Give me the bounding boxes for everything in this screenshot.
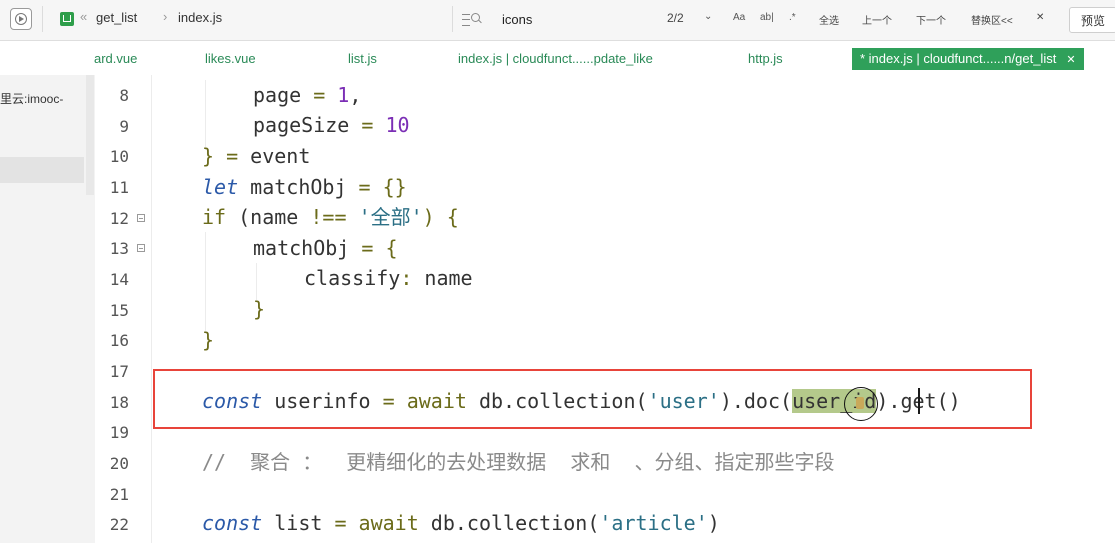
tab-index-update-like[interactable]: index.js | cloudfunct......pdate_like: [458, 51, 653, 66]
line-number: 19: [109, 423, 129, 442]
select-all-button[interactable]: 全选: [819, 12, 839, 27]
gutter-divider: [151, 75, 152, 543]
annotation-highlight-box: [153, 369, 1032, 429]
code-line-15[interactable]: }: [253, 294, 265, 324]
match-word-toggle[interactable]: ab|: [760, 12, 774, 23]
folder-icon: [60, 12, 74, 26]
find-history-chevron-icon[interactable]: ⌄: [704, 11, 712, 22]
code-line-20[interactable]: // 聚合 ： 更精细化的去处理数据 求和 、分组、指定那些字段: [202, 447, 834, 477]
sidebar-scrollbar[interactable]: [86, 75, 94, 195]
indent-guide: [205, 232, 206, 332]
line-number: 8: [119, 86, 129, 105]
line-number: 16: [109, 331, 129, 350]
line-number: 17: [109, 362, 129, 381]
line-number: 11: [109, 178, 129, 197]
code-line-12[interactable]: if (name !== '全部') {: [202, 202, 459, 232]
editor-toolbar: « get_list › index.js 2/2 ⌄ Aa ab| .* 全选…: [0, 0, 1115, 41]
close-find-icon[interactable]: ✕: [1036, 12, 1044, 23]
code-line-13[interactable]: matchObj = {: [253, 233, 398, 263]
line-number: 22: [109, 515, 129, 534]
tab-index-get-list[interactable]: * index.js | cloudfunct......n/get_list ✕: [852, 48, 1084, 70]
tab-dashboard-vue[interactable]: ard.vue: [94, 51, 137, 66]
run-button[interactable]: [10, 8, 32, 30]
mouse-cursor-indicator: [844, 387, 878, 421]
code-line-11[interactable]: let matchObj = {}: [202, 172, 407, 202]
line-number: 12: [109, 209, 129, 228]
toolbar-divider: [452, 6, 453, 32]
tab-label: * index.js | cloudfunct......n/get_list: [860, 51, 1057, 66]
code-line-22[interactable]: const list = await db.collection('articl…: [202, 508, 720, 538]
sidebar-selected-row[interactable]: [0, 157, 84, 183]
indent-guide: [205, 80, 206, 150]
toggle-replace-button[interactable]: 替换区<<: [971, 12, 1013, 27]
fold-toggle-icon[interactable]: [137, 214, 145, 222]
line-number: 14: [109, 270, 129, 289]
editor-tab-bar: ard.vue likes.vue list.js index.js | clo…: [0, 41, 1115, 75]
breadcrumb-back[interactable]: «: [80, 9, 87, 24]
find-match-count: 2/2: [667, 11, 684, 25]
breadcrumb-folder[interactable]: get_list: [96, 10, 137, 25]
line-number: 9: [119, 117, 129, 136]
toolbar-divider: [42, 6, 43, 32]
line-number: 15: [109, 301, 129, 320]
preview-button[interactable]: 预览: [1069, 7, 1115, 33]
line-number: 10: [109, 147, 129, 166]
close-tab-icon[interactable]: ✕: [1066, 49, 1075, 71]
fold-toggle-icon[interactable]: [137, 244, 145, 252]
breadcrumb-file[interactable]: index.js: [178, 10, 222, 25]
code-line-8[interactable]: page = 1,: [253, 80, 361, 110]
line-number: 18: [109, 393, 129, 412]
text-caret: [918, 388, 920, 414]
tab-likes-vue[interactable]: likes.vue: [205, 51, 256, 66]
code-line-10[interactable]: } = event: [202, 141, 310, 171]
code-line-9[interactable]: pageSize = 10: [253, 110, 410, 140]
sidebar-cloud-env-item[interactable]: 里云:imooc-: [0, 90, 63, 107]
code-line-16[interactable]: }: [202, 325, 214, 355]
tab-list-js[interactable]: list.js: [348, 51, 377, 66]
match-case-toggle[interactable]: Aa: [733, 12, 745, 23]
find-previous-button[interactable]: 上一个: [862, 12, 892, 27]
line-number: 13: [109, 239, 129, 258]
tab-http-js[interactable]: http.js: [748, 51, 783, 66]
project-sidebar: 里云:imooc-: [0, 75, 96, 543]
regex-toggle[interactable]: .*: [789, 12, 796, 23]
line-number: 20: [109, 454, 129, 473]
code-line-14[interactable]: classify: name: [304, 263, 473, 293]
line-number: 21: [109, 485, 129, 504]
search-icon[interactable]: [462, 12, 482, 26]
find-input[interactable]: [498, 9, 656, 29]
play-icon: [15, 13, 27, 25]
breadcrumb-separator: ›: [163, 9, 168, 24]
find-next-button[interactable]: 下一个: [916, 12, 946, 27]
